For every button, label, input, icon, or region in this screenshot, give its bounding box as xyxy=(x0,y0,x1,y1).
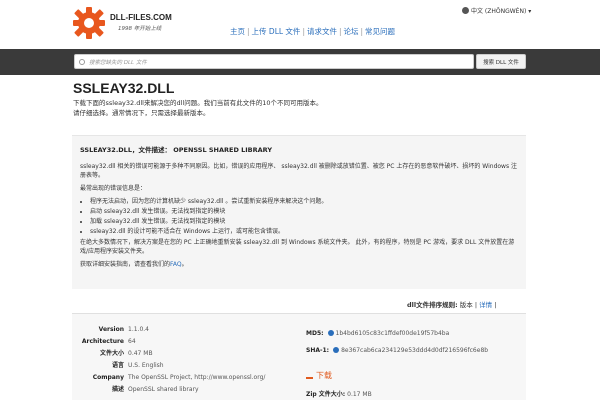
logo-text[interactable]: DLL-FILES.COM xyxy=(110,13,172,22)
zip-size: Zip 文件大小: 0.17 MB xyxy=(306,389,372,398)
faq-link[interactable]: FAQ xyxy=(170,261,182,268)
prop-value: 0.47 MB xyxy=(128,350,153,357)
nav-request[interactable]: 请求文件 xyxy=(307,27,337,36)
nav-forum[interactable]: 论坛 xyxy=(344,27,359,36)
sha1-hash: SHA-1: 8e367cab6ca234129e53ddd4d0df216596… xyxy=(306,347,488,354)
md5-hash: MD5: 1b4bd6105c83c1ffdef00de19f57b4ba xyxy=(306,330,449,337)
prop-key: Company xyxy=(92,374,124,381)
faq-prefix: 获取详细安装指南，请查看我们的 xyxy=(80,261,171,268)
error-item: ssleay32.dll 的设计可能不适合在 Windows 上运行，或可能包含… xyxy=(90,227,520,236)
intro-text: 下载下面的ssleay32.dll来解决您的dll问题。我们当前有此文件的10个… xyxy=(73,98,533,118)
gear-logo-icon[interactable] xyxy=(72,6,106,40)
main-nav: 主页 | 上传 DLL 文件 | 请求文件 | 论坛 | 常见问题 xyxy=(230,26,395,37)
zip-size-value: 0.17 MB xyxy=(347,391,372,398)
error-list: 程序无法启动，因为您的计算机缺少 ssleay32.dll 。尝试重新安装程序来… xyxy=(90,197,520,236)
zip-size-label: Zip 文件大小: xyxy=(306,391,346,398)
page-title: SSLEAY32.DLL xyxy=(73,80,175,96)
nav-separator: | xyxy=(302,27,305,36)
sort-label: dll文件排序规则: xyxy=(407,301,458,309)
prop-value: U.S. English xyxy=(128,362,164,369)
md5-value: 1b4bd6105c83c1ffdef00de19f57b4ba xyxy=(335,330,450,337)
logo-tagline: 1998 年开始上线 xyxy=(118,26,162,32)
prop-key: 文件大小 xyxy=(99,350,124,357)
nav-separator: | xyxy=(360,27,364,36)
sort-controls: dll文件排序规则: 版本 | 详情 | xyxy=(407,299,496,309)
faq-suffix: 。 xyxy=(181,261,188,268)
nav-faq[interactable]: 常见问题 xyxy=(365,27,395,36)
check-icon xyxy=(327,330,334,336)
sort-separator: | xyxy=(474,301,478,309)
download-label: 下载 xyxy=(316,371,332,380)
search-placeholder: 搜索您缺失的 DLL 文件 xyxy=(89,60,147,66)
panel-paragraph-2: 最常出现的错误信息是： xyxy=(80,185,147,192)
error-item: 加载 ssleay32.dll 发生错误。无法找到指定的模块 xyxy=(90,217,520,226)
prop-key: Version xyxy=(98,326,124,333)
prop-language: 语言 U.S. English xyxy=(72,360,265,372)
file-properties: Version 1.1.0.4 Architecture 64 文件大小 0.47 M… xyxy=(72,324,266,396)
language-selector[interactable]: 中文 (ZHŌNGWÉN) ▾ xyxy=(462,6,531,15)
check-icon xyxy=(333,347,340,353)
sort-separator: | xyxy=(494,301,497,309)
panel-paragraph-1: ssleay32.dll 相关的错误可能源于多种不同原因。比如，错误的应用程序、… xyxy=(80,163,517,179)
sort-by-details[interactable]: 详情 xyxy=(479,301,492,309)
search-input[interactable]: 搜索您缺失的 DLL 文件 xyxy=(74,54,474,69)
sort-by-version[interactable]: 版本 xyxy=(460,301,473,309)
site-header: DLL-FILES.COM 1998 年开始上线 中文 (ZHŌNGWÉN) ▾… xyxy=(0,0,600,48)
prop-filesize: 文件大小 0.47 MB xyxy=(72,348,265,360)
prop-key: Architecture xyxy=(81,338,124,345)
prop-value: 1.1.0.4 xyxy=(128,326,149,333)
panel-title: SSLEAY32.DLL，文件描述： OPENSSL SHARED LIBRAR… xyxy=(80,146,273,154)
nav-separator: | xyxy=(338,27,342,36)
sha1-label: SHA-1: xyxy=(306,347,330,354)
nav-separator: | xyxy=(247,27,250,36)
nav-home[interactable]: 主页 xyxy=(230,27,245,36)
prop-company: Company The OpenSSL Project, http://www.o… xyxy=(72,372,266,384)
intro-line-1: 下载下面的ssleay32.dll来解决您的dll问题。我们当前有此文件的10个… xyxy=(73,99,323,107)
prop-key: 描述 xyxy=(111,386,124,393)
sha1-value: 8e367cab6ca234129e53ddd4d0df216596fc6e8b xyxy=(341,347,489,354)
intro-line-2: 请仔细选择。通常情况下，只需选择最新版本。 xyxy=(73,109,210,117)
download-button[interactable]: 下载 xyxy=(306,370,332,381)
md5-label: MD5: xyxy=(306,330,324,337)
error-item: 程序无法启动，因为您的计算机缺少 ssleay32.dll 。尝试重新安装程序来… xyxy=(90,197,520,206)
prop-description: 描述 OpenSSL shared library xyxy=(72,384,265,396)
panel-body: ssleay32.dll 相关的错误可能源于多种不同原因。比如，错误的应用程序、… xyxy=(80,162,520,273)
error-item: 启动 ssleay32.dll 发生错误。无法找到指定的模块 xyxy=(90,207,520,216)
prop-key: 语言 xyxy=(111,362,124,369)
search-bar: 搜索您缺失的 DLL 文件 搜索 DLL 文件 xyxy=(0,49,600,75)
download-icon xyxy=(306,372,313,379)
prop-value: The OpenSSL Project, http://www.openssl.… xyxy=(128,374,266,381)
nav-upload[interactable]: 上传 DLL 文件 xyxy=(252,27,301,36)
prop-version: Version 1.1.0.4 xyxy=(72,324,265,336)
search-icon xyxy=(79,59,85,65)
search-button[interactable]: 搜索 DLL 文件 xyxy=(476,54,526,69)
language-label: 中文 (ZHŌNGWÉN) ▾ xyxy=(471,8,532,15)
description-panel: SSLEAY32.DLL，文件描述： OPENSSL SHARED LIBRAR… xyxy=(72,135,526,289)
prop-value: OpenSSL shared library xyxy=(128,386,199,393)
prop-value: 64 xyxy=(128,338,136,345)
panel-paragraph-4: 获取详细安装指南，请查看我们的FAQ。 xyxy=(80,260,520,269)
globe-icon xyxy=(462,7,469,14)
prop-architecture: Architecture 64 xyxy=(72,336,265,348)
panel-paragraph-3: 在绝大多数情况下，解决方案是在您的 PC 上正确地重新安装 ssleay32.d… xyxy=(80,239,515,255)
